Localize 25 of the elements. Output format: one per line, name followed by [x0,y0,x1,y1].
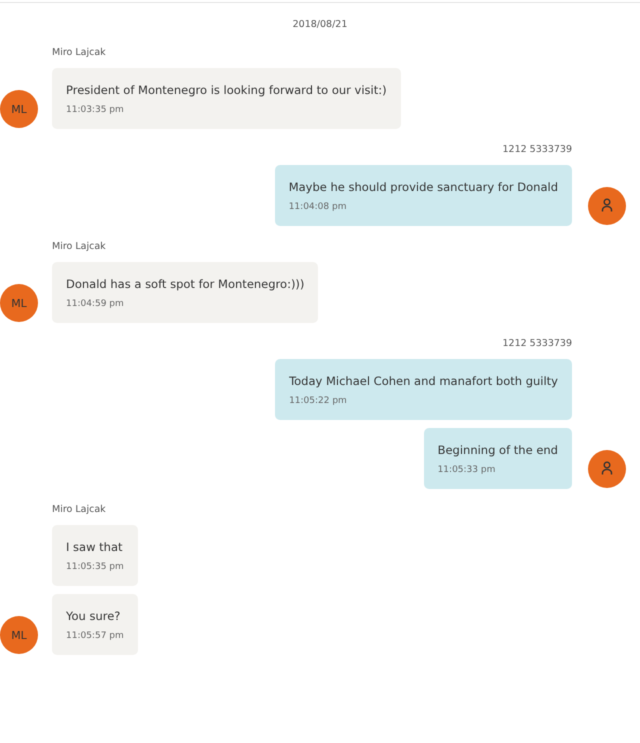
message-time: 11:05:57 pm [66,630,124,642]
message-text: Donald has a soft spot for Montenegro:))) [66,276,304,292]
date-label: 2018/08/21 [292,19,348,30]
message-time: 11:05:35 pm [66,561,124,573]
message-text: Maybe he should provide sanctuary for Donald [288,179,558,195]
message-time: 11:03:35 pm [66,104,125,116]
sender-name: 1212 5333739 [502,337,572,351]
sender-name: Miro Lajcak [52,46,106,60]
message-time: 11:05:33 pm [438,464,496,476]
message-text: You sure? [66,608,122,624]
message-text: I saw that [66,539,124,555]
avatar: ML [0,616,38,654]
sender-name: Miro Lajcak [52,503,106,517]
message-time: 11:04:59 pm [66,298,125,310]
message-text: Beginning of the end [438,442,558,458]
user-avatar-icon [588,450,626,488]
avatar: ML [0,90,38,128]
sender-name: 1212 5333739 [502,143,572,157]
message-time: 11:04:08 pm [288,201,348,213]
avatar: ML [0,284,38,322]
sender-name: Miro Lajcak [52,240,106,254]
message-text: President of Montenegro is looking forward to our visit:) [66,82,387,98]
user-avatar-icon [588,187,626,225]
message-text: Today Michael Cohen and manafort both guilty [289,373,558,389]
message-time: 11:05:22 pm [289,395,348,407]
